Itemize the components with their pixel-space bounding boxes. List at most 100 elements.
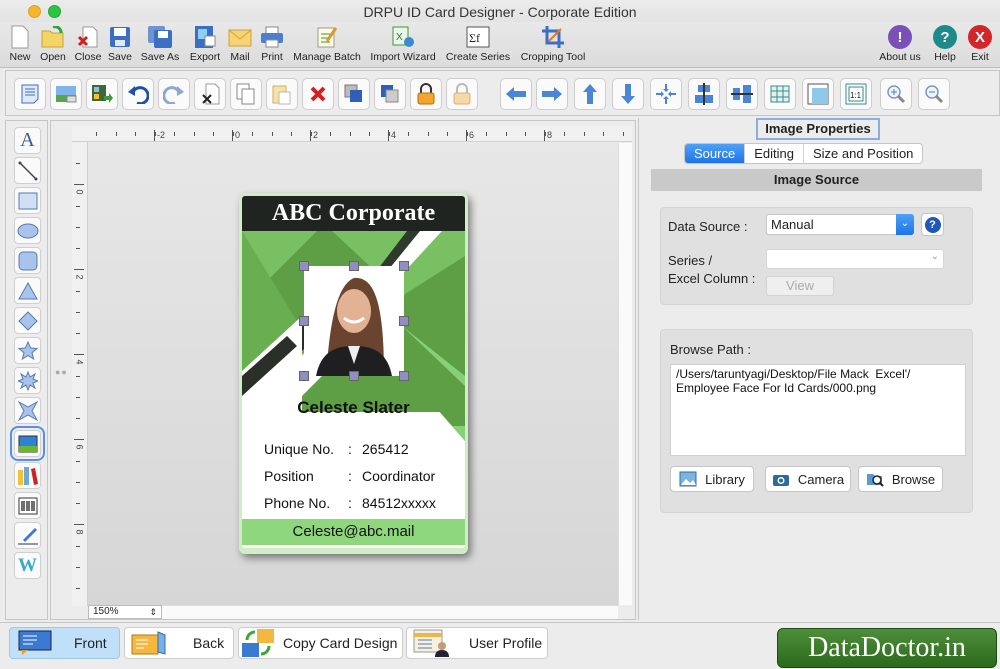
signature-tool[interactable] [14,522,41,549]
copy-button[interactable] [230,78,262,110]
text-tool[interactable]: A [14,127,41,154]
browse-path-textarea[interactable]: /Users/taruntyagi/Desktop/File Mack Exce… [670,364,966,456]
title-bar: DRPU ID Card Designer - Corporate Editio… [0,0,1000,24]
properties-button[interactable] [14,78,46,110]
camera-button[interactable]: Camera [765,466,851,492]
manage-batch-button[interactable]: Manage Batch [291,22,363,68]
close-button[interactable]: Close [72,22,104,68]
resize-handle-br[interactable] [399,371,409,381]
data-source-help-button[interactable]: ? [921,213,944,236]
resize-handle-l[interactable] [299,316,309,326]
ruler-minor-tick [622,132,624,136]
library-tool[interactable] [14,462,41,489]
bring-to-front-button[interactable] [338,78,370,110]
paste-button[interactable] [266,78,298,110]
barcode-tool[interactable] [14,492,41,519]
send-to-back-button[interactable] [374,78,406,110]
view-button[interactable]: View [766,276,834,296]
four-point-star-tool[interactable] [14,397,41,424]
move-right-button[interactable] [536,78,568,110]
arrow-right-icon [542,87,562,101]
card-back-icon [131,631,166,655]
about-us-button[interactable]: ! About us [876,22,924,68]
user-profile-button[interactable]: User Profile [406,627,548,659]
burst-tool[interactable] [14,367,41,394]
star-tool[interactable] [14,337,41,364]
help-button[interactable]: ? Help [931,22,959,68]
insert-image-button[interactable] [86,78,118,110]
tab-size-and-position[interactable]: Size and Position [804,144,922,163]
rounded-rectangle-tool[interactable] [14,247,41,274]
rectangle-tool[interactable] [14,187,41,214]
horizontal-scrollbar[interactable] [162,605,618,619]
card-field-row[interactable]: Unique No.:265412 [264,436,436,463]
unlock-button[interactable] [446,78,478,110]
copy-card-design-button[interactable]: Copy Card Design [238,627,403,659]
exit-button[interactable]: X Exit [966,22,994,68]
vertical-scrollbar[interactable] [618,143,632,605]
cropping-tool-button[interactable]: Cropping Tool [518,22,588,68]
library-button[interactable]: Library [670,466,754,492]
resize-handle-t[interactable] [349,261,359,271]
triangle-tool[interactable] [14,277,41,304]
center-icon [656,84,676,104]
card-email[interactable]: Celeste@abc.mail [242,519,465,545]
zoom-select[interactable]: 150% ⇕ [88,605,162,619]
undo-button[interactable] [122,78,154,110]
card-company-name[interactable]: ABC Corporate [242,196,465,231]
id-card[interactable]: ABC Corporate Celeste Slater Unique No.:… [239,193,468,554]
tab-editing[interactable]: Editing [745,144,804,163]
watermark-tool[interactable]: W [14,552,41,579]
ellipse-tool[interactable] [14,217,41,244]
actual-size-button[interactable]: 1:1 [840,78,872,110]
card-field-row[interactable]: Position: Coordinator [264,463,436,490]
cut-button[interactable] [194,78,226,110]
resize-handle-tr[interactable] [399,261,409,271]
export-button[interactable]: Export [187,22,223,68]
save-button[interactable]: Save [106,22,134,68]
ruler-minor-tick [115,132,117,136]
grid-button[interactable] [764,78,796,110]
lock-button[interactable] [410,78,442,110]
front-button[interactable]: Front [9,627,120,659]
resize-handle-tl[interactable] [299,261,309,271]
splitter-handle[interactable]: ●● [55,367,68,377]
card-person-name[interactable]: Celeste Slater [242,398,465,418]
back-button[interactable]: Back [124,627,234,659]
move-up-button[interactable] [574,78,606,110]
open-button[interactable]: Open [38,22,68,68]
background-button[interactable] [50,78,82,110]
series-column-select[interactable]: ⌄ [766,249,944,269]
datadoctor-brand[interactable]: DataDoctor.in [777,628,997,668]
horizontal-ruler: -2 0 2 4 6 8 [72,126,632,142]
mail-button[interactable]: Mail [226,22,254,68]
diamond-tool[interactable] [14,307,41,334]
import-wizard-button[interactable]: X Import Wizard [368,22,438,68]
browse-button[interactable]: Browse [858,466,943,492]
resize-handle-bl[interactable] [299,371,309,381]
resize-handle-b[interactable] [349,371,359,381]
data-source-select[interactable]: Manual ⌄ [766,214,914,235]
line-tool[interactable] [14,157,41,184]
zoom-out-button[interactable] [918,78,950,110]
move-left-button[interactable] [500,78,532,110]
move-down-button[interactable] [612,78,644,110]
resize-handle-r[interactable] [399,316,409,326]
align-horizontal-center-button[interactable] [688,78,720,110]
print-button[interactable]: Print [258,22,286,68]
ruler-minor-tick [174,132,175,136]
printer-icon [259,24,285,50]
new-button[interactable]: New [6,22,34,68]
center-button[interactable] [650,78,682,110]
card-photo[interactable] [304,266,404,376]
align-vertical-center-button[interactable] [726,78,758,110]
card-field-row[interactable]: Phone No.:84512xxxxx [264,490,436,517]
zoom-in-button[interactable] [880,78,912,110]
save-as-button[interactable]: Save As [139,22,181,68]
create-series-button[interactable]: Σf Create Series [445,22,511,68]
ruler-button[interactable] [802,78,834,110]
redo-button[interactable] [158,78,190,110]
image-tool[interactable] [10,426,45,461]
tab-source[interactable]: Source [685,144,746,163]
delete-button[interactable] [302,78,334,110]
